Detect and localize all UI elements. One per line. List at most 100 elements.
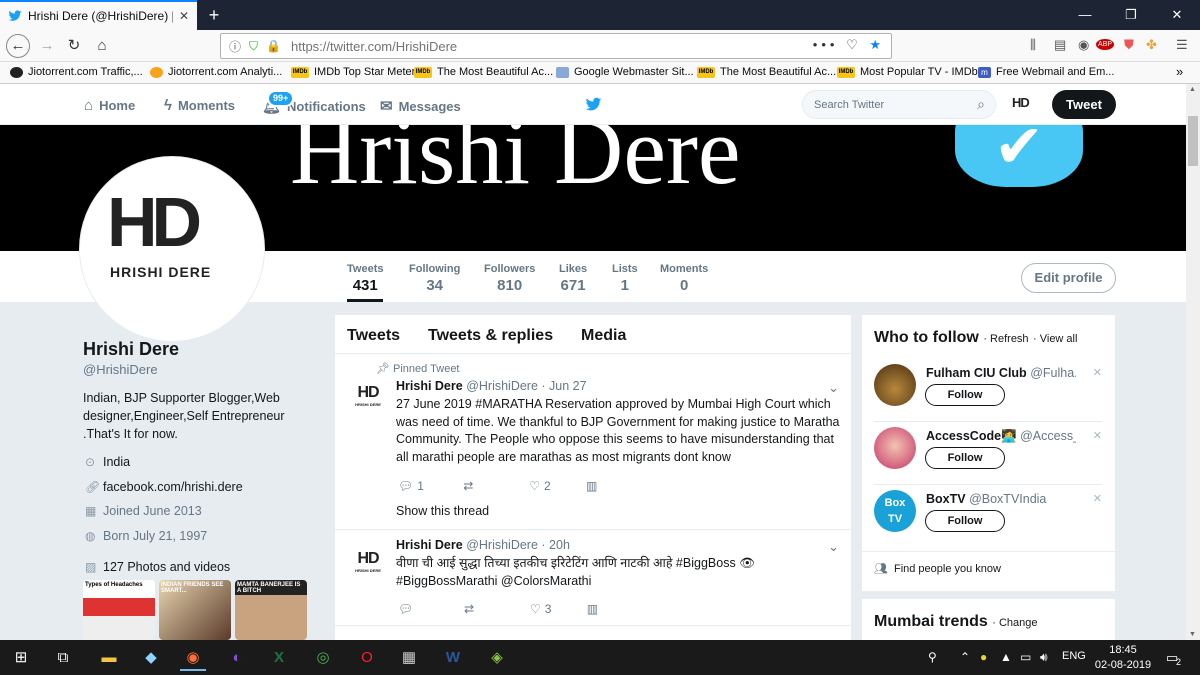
url-text[interactable]: https://twitter.com/HrishiDere <box>291 39 457 54</box>
avatar[interactable] <box>874 364 916 406</box>
follow-button[interactable]: Follow <box>925 447 1005 469</box>
find-people-link[interactable]: 👥︎ Find people you know <box>874 562 1001 576</box>
tweet-avatar[interactable]: HD HRISHI DERE <box>352 550 384 576</box>
tweet-author[interactable]: Hrishi Dere <box>396 379 463 393</box>
twitter-logo-icon[interactable] <box>584 96 603 113</box>
info-icon[interactable]: ⓘ <box>229 38 241 55</box>
nav-moments[interactable]: ϟ Moments <box>164 97 235 114</box>
boxtv-logo-icon[interactable]: Box TV <box>874 490 916 532</box>
like-icon[interactable]: ♡ <box>529 479 540 493</box>
menu-icon[interactable]: ☰ <box>1176 37 1188 53</box>
tweet-item[interactable]: HD HRISHI DERE Hrishi Dere @HrishiDere · … <box>335 529 851 625</box>
tray-app-icon[interactable]: ● <box>980 650 987 664</box>
forward-icon[interactable]: → <box>36 35 58 57</box>
scroll-thumb[interactable] <box>1188 116 1198 166</box>
close-window-icon[interactable]: ✕ <box>1154 0 1200 30</box>
stat-tweets[interactable]: Tweets 431 <box>347 263 384 302</box>
media-thumbnail[interactable]: INDIAN FRIENDS SEE SMART... <box>159 580 231 640</box>
dismiss-icon[interactable]: ✕ <box>1093 366 1102 379</box>
new-tab-button[interactable]: + <box>203 4 225 26</box>
follow-button[interactable]: Follow <box>925 510 1005 532</box>
suggestion-handle[interactable]: @Fulha... <box>1030 366 1076 380</box>
reply-icon[interactable]: 💬︎ <box>398 479 413 493</box>
nav-messages[interactable]: ✉ Messages <box>380 97 461 115</box>
bookmark-item[interactable]: Jiotorrent.com Analyti... <box>150 66 282 78</box>
dismiss-icon[interactable]: ✕ <box>1093 492 1102 505</box>
chrome-icon[interactable]: ◎ <box>310 645 336 671</box>
back-icon[interactable]: ← <box>6 34 30 58</box>
adblock-icon[interactable]: ABP <box>1096 39 1115 50</box>
tweet-date[interactable]: · 20h <box>541 538 570 552</box>
tray-app-icon[interactable]: ▲ <box>1000 650 1012 664</box>
search-icon[interactable]: ⌕ <box>977 96 985 113</box>
tab-tweets-replies[interactable]: Tweets & replies <box>428 327 553 345</box>
bookmark-item[interactable]: IMDb Most Popular TV - IMDb <box>837 66 978 78</box>
stat-moments[interactable]: Moments 0 <box>660 263 708 294</box>
battery-icon[interactable]: ▭ <box>1020 650 1031 664</box>
nav-home[interactable]: ⌂ Home <box>84 97 135 114</box>
edit-profile-button[interactable]: Edit profile <box>1021 263 1116 293</box>
stat-likes[interactable]: Likes 671 <box>559 263 587 294</box>
word-icon[interactable]: W <box>440 645 466 671</box>
follow-button[interactable]: Follow <box>925 384 1005 406</box>
reload-icon[interactable]: ↻ <box>63 35 85 57</box>
people-icon[interactable]: ⚲ <box>928 650 937 664</box>
tweet-avatar[interactable]: HD HRISHI DERE <box>352 384 384 410</box>
avatar[interactable] <box>874 427 916 469</box>
reply-icon[interactable]: 💬︎ <box>398 602 460 616</box>
sidebar-icon[interactable]: ▤ <box>1054 37 1066 53</box>
refresh-link[interactable]: · Refresh <box>983 333 1028 345</box>
suggestion-name[interactable]: Fulham CIU Club <box>926 366 1027 380</box>
show-thread-link[interactable]: Show this thread <box>396 504 489 518</box>
stat-followers[interactable]: Followers 810 <box>484 263 535 294</box>
tweet-handle[interactable]: @HrishiDere <box>466 379 538 393</box>
chevron-down-icon[interactable]: ⌄ <box>828 380 839 396</box>
chevron-up-icon[interactable]: ⌃ <box>960 650 970 664</box>
suggestion-name[interactable]: BoxTV <box>926 492 966 506</box>
language-indicator[interactable]: ENG <box>1062 650 1086 662</box>
shield-icon[interactable]: ⛉ <box>249 39 258 54</box>
bookmark-item[interactable]: IMDb The Most Beautiful Ac... <box>414 66 553 78</box>
volume-icon[interactable]: 🔊︎ <box>1040 650 1048 665</box>
close-tab-icon[interactable]: ✕ <box>179 9 189 23</box>
windows-start-icon[interactable]: ⊞ <box>8 645 34 671</box>
search-input[interactable]: Search Twitter ⌕ <box>802 90 996 119</box>
chevron-down-icon[interactable]: ⌄ <box>828 539 839 555</box>
tab-media[interactable]: Media <box>581 327 626 345</box>
extension-icon[interactable]: ✤ <box>1146 37 1157 53</box>
bookmark-item[interactable]: Google Webmaster Sit... <box>556 66 694 78</box>
media-thumbnail[interactable]: Types of Headaches <box>83 580 155 640</box>
scroll-down-icon[interactable]: ▼ <box>1189 631 1196 638</box>
url-bar[interactable]: ⓘ ⛉ 🔒 https://twitter.com/HrishiDere •••… <box>220 33 892 59</box>
suggestion-name[interactable]: AccessCode <box>926 429 1001 443</box>
tweet-item[interactable]: 📌︎ Pinned Tweet HD HRISHI DERE Hrishi Der… <box>335 353 851 529</box>
profile-handle[interactable]: @HrishiDere <box>83 362 158 377</box>
suggestion-handle[interactable]: @Access_s... <box>1020 429 1076 443</box>
tweet-author[interactable]: Hrishi Dere <box>396 538 463 552</box>
opera-icon[interactable]: O <box>354 645 380 671</box>
clock[interactable]: 18:45 02-08-2019 <box>1093 643 1153 673</box>
profile-media-link[interactable]: ▨ 127 Photos and videos <box>85 560 230 574</box>
retweet-icon[interactable]: ⇄ <box>464 602 526 616</box>
view-all-link[interactable]: · View all <box>1033 333 1077 345</box>
tor-icon[interactable]: ◐ <box>224 645 250 671</box>
tab-tweets[interactable]: Tweets <box>347 327 400 345</box>
bluestacks-icon[interactable]: ◈ <box>484 645 510 671</box>
excel-icon[interactable]: X <box>266 645 292 671</box>
browser-tab[interactable]: Hrishi Dere (@HrishiDere) | Twitter ✕ <box>0 0 197 30</box>
suggestion-handle[interactable]: @BoxTVIndia <box>969 492 1046 506</box>
bookmark-item[interactable]: IMDb The Most Beautiful Ac... <box>697 66 836 78</box>
bookmark-item[interactable]: Jiotorrent.com Traffic,... <box>10 66 143 78</box>
bookmark-item[interactable]: m Free Webmail and Em... <box>978 66 1114 78</box>
home-icon[interactable]: ⌂ <box>91 35 113 57</box>
dismiss-icon[interactable]: ✕ <box>1093 429 1102 442</box>
profile-name[interactable]: Hrishi Dere <box>83 339 179 360</box>
maximize-icon[interactable]: ❐ <box>1108 0 1154 30</box>
more-bookmarks-icon[interactable]: » <box>1176 64 1183 79</box>
tweet-button[interactable]: Tweet <box>1052 90 1116 119</box>
retweet-icon[interactable]: ⇄ <box>463 479 525 493</box>
tweet-handle[interactable]: @HrishiDere <box>466 538 538 552</box>
stat-lists[interactable]: Lists 1 <box>612 263 638 294</box>
like-icon[interactable]: ♡ <box>530 602 541 616</box>
task-view-icon[interactable]: ⧉ <box>50 645 76 671</box>
